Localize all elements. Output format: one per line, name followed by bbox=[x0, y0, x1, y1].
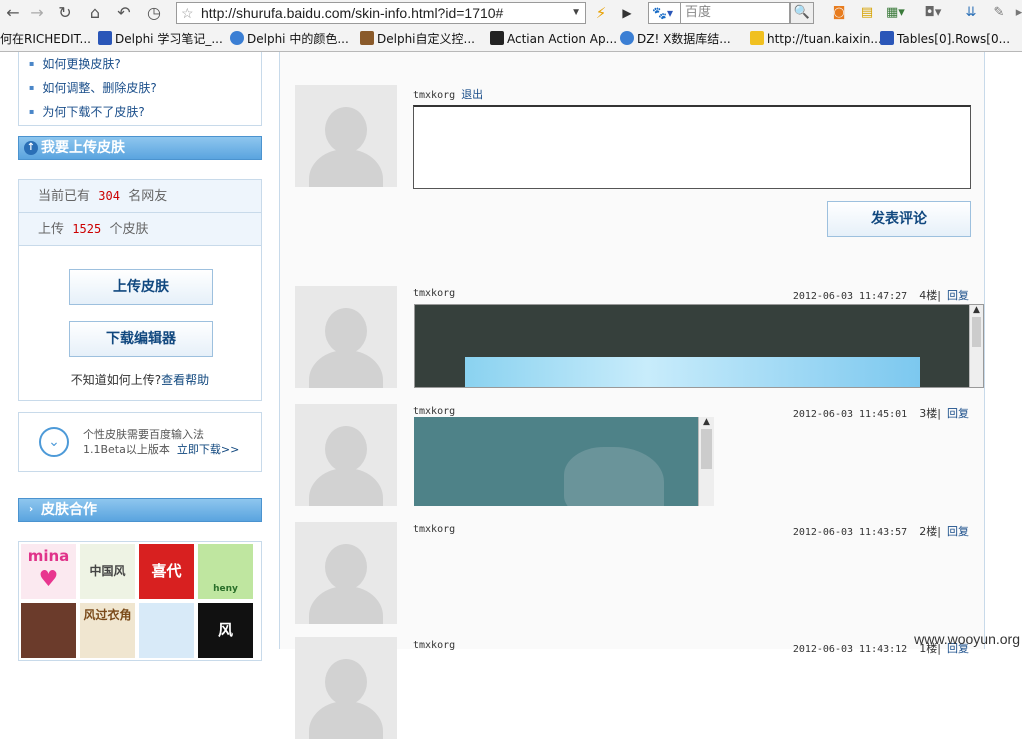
page: 如何更换皮肤? 如何调整、删除皮肤? 为何下载不了皮肤? ↑ 我要上传皮肤 当前… bbox=[0, 52, 1022, 739]
promo-line-1: 个性皮肤需要百度输入法 bbox=[83, 428, 204, 441]
avatar bbox=[295, 637, 397, 739]
avatar bbox=[295, 404, 397, 506]
browser-chrome: ← → ↻ ⌂ ↶ ◷ ☆ http://shurufa.baidu.com/s… bbox=[0, 0, 1022, 52]
view-help-link[interactable]: 查看帮助 bbox=[161, 373, 209, 387]
forward-icon[interactable]: → bbox=[26, 3, 48, 23]
thumbnail-portrait[interactable] bbox=[21, 603, 76, 658]
help-link-change-skin[interactable]: 如何更换皮肤? bbox=[29, 52, 120, 76]
bookmark-item[interactable]: Delphi自定义控... bbox=[360, 28, 475, 50]
bookmark-item[interactable]: Tables[0].Rows[0... bbox=[880, 28, 1010, 50]
chevron-right-icon: › bbox=[28, 504, 34, 515]
comment-username: tmxkorg bbox=[413, 640, 456, 651]
user-count-row: 当前已有 304 名网友 bbox=[19, 180, 261, 213]
edit-icon[interactable]: ✎ bbox=[990, 4, 1008, 22]
scrollbar[interactable]: ▲ bbox=[969, 305, 983, 387]
note-icon[interactable]: ▤ bbox=[858, 4, 876, 22]
undo-icon[interactable]: ↶ bbox=[113, 3, 135, 23]
thumbnail-mina[interactable]: mina ♥ bbox=[21, 544, 76, 599]
embedded-iframe-content[interactable]: ▲ bbox=[414, 304, 984, 388]
history-icon[interactable]: ◷ bbox=[143, 3, 165, 23]
bookmark-star-icon[interactable]: ☆ bbox=[181, 3, 194, 23]
search-engine-selector[interactable]: 🐾▾ bbox=[648, 2, 680, 24]
address-dropdown-icon[interactable]: ▼ bbox=[571, 3, 581, 23]
upload-skin-button[interactable]: 上传皮肤 bbox=[69, 269, 213, 305]
comments-area: tmxkorg 退出 发表评论 tmxkorg 2012-06-03 11:47… bbox=[280, 52, 984, 739]
bookmark-item[interactable]: Delphi 中的颜色... bbox=[230, 28, 349, 50]
logout-link[interactable]: 退出 bbox=[461, 88, 483, 101]
home-icon[interactable]: ⌂ bbox=[84, 3, 106, 23]
upload-stats-box: 当前已有 304 名网友 上传 1525 个皮肤 上传皮肤 下载编辑器 不知道如… bbox=[18, 179, 262, 401]
bookmark-item[interactable]: DZ! X数据库结... bbox=[620, 28, 731, 50]
comment-textarea[interactable] bbox=[413, 105, 971, 189]
ime-promo-box: ⌄ 个性皮肤需要百度输入法 1.1Beta以上版本 立即下载>> bbox=[18, 412, 262, 472]
reload-icon[interactable]: ↻ bbox=[54, 3, 76, 23]
comment-username: tmxkorg bbox=[413, 524, 456, 535]
menu-icon[interactable]: ▸ bbox=[1010, 4, 1022, 22]
watermark: www.wooyun.org bbox=[914, 631, 1020, 647]
back-icon[interactable]: ← bbox=[2, 3, 24, 23]
comment-meta: 2012-06-03 11:45:01 3楼| 回复 bbox=[792, 407, 969, 420]
search-input[interactable]: 百度 bbox=[680, 2, 790, 24]
download-now-link[interactable]: 立即下载>> bbox=[177, 443, 239, 456]
help-link-remove-skin[interactable]: 如何调整、删除皮肤? bbox=[29, 76, 156, 100]
bookmark-item[interactable]: 何在RICHEDIT... bbox=[0, 28, 91, 50]
upload-arrow-icon: ↑ bbox=[24, 141, 38, 155]
promo-line-2: 1.1Beta以上版本 bbox=[83, 443, 170, 456]
translate-icon[interactable]: ▦▾ bbox=[886, 4, 905, 22]
avatar bbox=[295, 286, 397, 388]
comment-username: tmxkorg bbox=[413, 406, 456, 417]
reply-link[interactable]: 回复 bbox=[947, 525, 969, 538]
go-icon[interactable]: ▶ bbox=[616, 3, 638, 23]
thumbnail-heny[interactable]: heny bbox=[198, 544, 253, 599]
upload-help-hint: 不知道如何上传?查看帮助 bbox=[70, 373, 210, 387]
thumbnail-rabbit[interactable] bbox=[139, 603, 194, 658]
help-link-download-issue[interactable]: 为何下载不了皮肤? bbox=[29, 100, 144, 124]
post-comment-button[interactable]: 发表评论 bbox=[827, 201, 971, 237]
bookmark-item[interactable]: http://tuan.kaixin... bbox=[750, 28, 882, 50]
thumbnail-xidai[interactable]: 喜代 bbox=[139, 544, 194, 599]
comment-meta: 2012-06-03 11:43:57 2楼| 回复 bbox=[792, 525, 969, 538]
comment-meta: 2012-06-03 11:47:27 4楼| 回复 bbox=[792, 289, 969, 302]
download-editor-button[interactable]: 下载编辑器 bbox=[69, 321, 213, 357]
bookmarks-bar: 何在RICHEDIT... Delphi 学习笔记_... Delphi 中的颜… bbox=[0, 28, 1022, 50]
chevron-down-icon: ⌄ bbox=[39, 427, 69, 457]
bookmark-item[interactable]: Delphi 学习笔记_... bbox=[98, 28, 223, 50]
thumbnail-wind[interactable]: 风过衣角 bbox=[80, 603, 135, 658]
partner-thumbnails: mina ♥ 中国风 喜代 heny 风过衣角 风 bbox=[18, 541, 262, 661]
lightning-icon[interactable]: ⚡ bbox=[590, 3, 612, 23]
search-icon[interactable]: 🔍 bbox=[790, 2, 814, 24]
thumbnail-chinese-style[interactable]: 中国风 bbox=[80, 544, 135, 599]
partner-section-heading: › 皮肤合作 bbox=[18, 498, 262, 522]
address-bar[interactable]: ☆ http://shurufa.baidu.com/skin-info.htm… bbox=[176, 2, 586, 24]
rss-icon[interactable]: ◙ bbox=[830, 4, 848, 22]
url-text: http://shurufa.baidu.com/skin-info.html?… bbox=[201, 5, 504, 21]
avatar bbox=[295, 522, 397, 624]
upload-count-row: 上传 1525 个皮肤 bbox=[19, 213, 261, 246]
current-user: tmxkorg 退出 bbox=[413, 88, 484, 101]
download-icon[interactable]: ⇊ bbox=[962, 4, 980, 22]
bookmark-item[interactable]: Actian Action Ap... bbox=[490, 28, 617, 50]
help-links-box: 如何更换皮肤? 如何调整、删除皮肤? 为何下载不了皮肤? bbox=[18, 52, 262, 126]
thumbnail-feng[interactable]: 风 bbox=[198, 603, 253, 658]
reply-link[interactable]: 回复 bbox=[947, 407, 969, 420]
upload-section-heading: ↑ 我要上传皮肤 bbox=[18, 136, 262, 160]
screenshot-icon[interactable]: ◘▾ bbox=[924, 4, 942, 22]
comment-username: tmxkorg bbox=[413, 288, 456, 299]
avatar bbox=[295, 85, 397, 187]
scrollbar[interactable]: ▲ bbox=[698, 417, 714, 506]
embedded-iframe-content[interactable]: ▲ bbox=[414, 417, 714, 506]
reply-link[interactable]: 回复 bbox=[947, 289, 969, 302]
